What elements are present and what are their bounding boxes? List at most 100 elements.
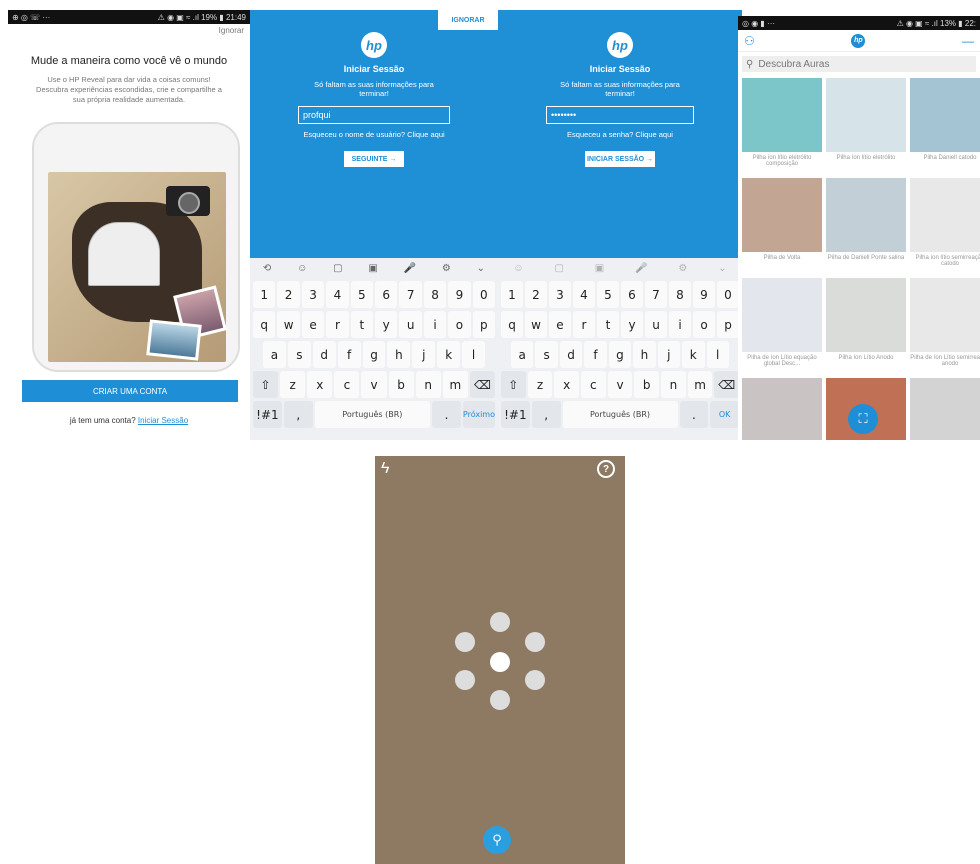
period-key[interactable]: . — [432, 401, 461, 428]
skip-link[interactable]: Ignorar — [8, 24, 250, 37]
comma-key[interactable]: , — [283, 401, 313, 428]
key[interactable]: w — [277, 311, 300, 338]
comma-key[interactable]: , — [531, 401, 561, 428]
symbols-key[interactable]: !#1 — [253, 401, 282, 428]
key[interactable]: i — [423, 311, 447, 338]
key[interactable]: z — [527, 371, 553, 398]
key[interactable]: v — [607, 371, 633, 398]
aura-tile[interactable]: Pilha íon lítio semirreação catodo — [910, 178, 980, 274]
clipboard-icon[interactable]: ▣ — [595, 263, 604, 274]
key[interactable]: u — [399, 311, 422, 338]
login-link[interactable]: Iniciar Sessão — [138, 416, 188, 425]
key[interactable]: k — [437, 341, 461, 368]
search-button[interactable]: ⚲ — [483, 826, 511, 854]
key[interactable]: h — [633, 341, 656, 368]
username-input[interactable]: profqui — [298, 106, 450, 124]
key[interactable]: x — [554, 371, 580, 398]
key[interactable]: q — [253, 311, 276, 338]
key[interactable]: s — [287, 341, 311, 368]
key[interactable]: t — [597, 311, 619, 338]
key[interactable]: 0 — [472, 281, 496, 308]
shift-key[interactable]: ⇧ — [501, 371, 526, 398]
key[interactable]: d — [312, 341, 336, 368]
backspace-key[interactable]: ⌫ — [469, 371, 495, 398]
sticker-icon[interactable]: ▢ — [554, 263, 563, 274]
key[interactable]: i — [669, 311, 691, 338]
key[interactable]: 9 — [448, 281, 471, 308]
key[interactable]: 5 — [597, 281, 619, 308]
key[interactable]: 4 — [573, 281, 595, 308]
chevron-down-icon[interactable]: ⌄ — [477, 263, 485, 274]
password-input[interactable]: •••••••• — [546, 106, 694, 124]
emoji-icon[interactable]: ☺ — [297, 263, 307, 274]
key[interactable]: g — [362, 341, 386, 368]
aura-tile[interactable]: Pilha íon lítio eletrólito composição — [742, 78, 822, 174]
next-key[interactable]: Próximo — [462, 401, 495, 428]
key[interactable]: j — [657, 341, 681, 368]
key[interactable]: f — [337, 341, 361, 368]
aura-tile[interactable]: Pilha de Daniell Ponte salina — [826, 178, 906, 274]
key[interactable]: p — [472, 311, 496, 338]
key[interactable]: 5 — [350, 281, 374, 308]
key[interactable]: 9 — [693, 281, 715, 308]
key[interactable]: b — [388, 371, 414, 398]
key[interactable]: y — [621, 311, 643, 338]
key[interactable]: f — [584, 341, 607, 368]
aura-tile[interactable]: Pilha de Volta — [742, 178, 822, 274]
key[interactable]: 6 — [375, 281, 398, 308]
key[interactable]: s — [535, 341, 558, 368]
flash-icon[interactable]: ϟ — [381, 460, 389, 478]
key[interactable]: u — [645, 311, 667, 338]
settings-icon[interactable]: ⚙ — [678, 263, 687, 274]
key[interactable]: n — [661, 371, 686, 398]
space-key[interactable]: Português (BR) — [314, 401, 431, 428]
key[interactable]: 7 — [399, 281, 422, 308]
skip-button[interactable]: IGNORAR — [438, 10, 498, 30]
forgot-password-link[interactable]: Esqueceu a senha? Clique aqui — [498, 130, 742, 139]
search-bar[interactable]: ⚲ Descubra Auras — [742, 56, 976, 72]
rotate-icon[interactable]: ⟲ — [263, 263, 271, 274]
aura-tile[interactable] — [910, 378, 980, 440]
microphone-icon[interactable]: 🎤 — [404, 263, 416, 274]
backspace-key[interactable]: ⌫ — [714, 371, 740, 398]
key[interactable]: k — [682, 341, 705, 368]
menu-icon[interactable]: — — [962, 34, 974, 48]
key[interactable]: x — [307, 371, 333, 398]
key[interactable]: r — [326, 311, 349, 338]
key[interactable]: a — [511, 341, 534, 368]
microphone-icon[interactable]: 🎤 — [635, 263, 647, 274]
key[interactable]: t — [350, 311, 374, 338]
key[interactable]: p — [717, 311, 739, 338]
forgot-username-link[interactable]: Esqueceu o nome de usuário? Clique aqui — [250, 130, 498, 139]
key[interactable]: y — [375, 311, 398, 338]
aura-tile[interactable]: Pilha de íon Lítio equação global Desc..… — [742, 278, 822, 374]
key[interactable]: d — [559, 341, 583, 368]
key[interactable]: 4 — [326, 281, 349, 308]
key[interactable]: r — [573, 311, 595, 338]
shift-key[interactable]: ⇧ — [253, 371, 279, 398]
ok-key[interactable]: OK — [710, 401, 739, 428]
emoji-icon[interactable]: ☺ — [513, 263, 523, 274]
aura-tile[interactable]: Pilha de íon Lítio semirreação anodo — [910, 278, 980, 374]
key[interactable]: o — [448, 311, 471, 338]
key[interactable]: z — [280, 371, 306, 398]
clipboard-icon[interactable]: ▣ — [368, 263, 377, 274]
period-key[interactable]: . — [679, 401, 709, 428]
profile-icon[interactable]: ⚇ — [744, 34, 755, 48]
key[interactable]: w — [525, 311, 547, 338]
key[interactable]: l — [462, 341, 486, 368]
key[interactable]: 2 — [277, 281, 300, 308]
key[interactable]: m — [442, 371, 468, 398]
key[interactable]: 7 — [645, 281, 667, 308]
scan-button[interactable]: ⛶ — [848, 404, 878, 434]
key[interactable]: q — [501, 311, 523, 338]
key[interactable]: l — [706, 341, 729, 368]
aura-tile[interactable]: Pilha íon lítio eletrólito — [826, 78, 906, 174]
aura-tile[interactable] — [742, 378, 822, 440]
symbols-key[interactable]: !#1 — [501, 401, 530, 428]
key[interactable]: c — [581, 371, 606, 398]
key[interactable]: 0 — [717, 281, 739, 308]
key[interactable]: b — [634, 371, 660, 398]
key[interactable]: h — [387, 341, 411, 368]
key[interactable]: v — [361, 371, 387, 398]
